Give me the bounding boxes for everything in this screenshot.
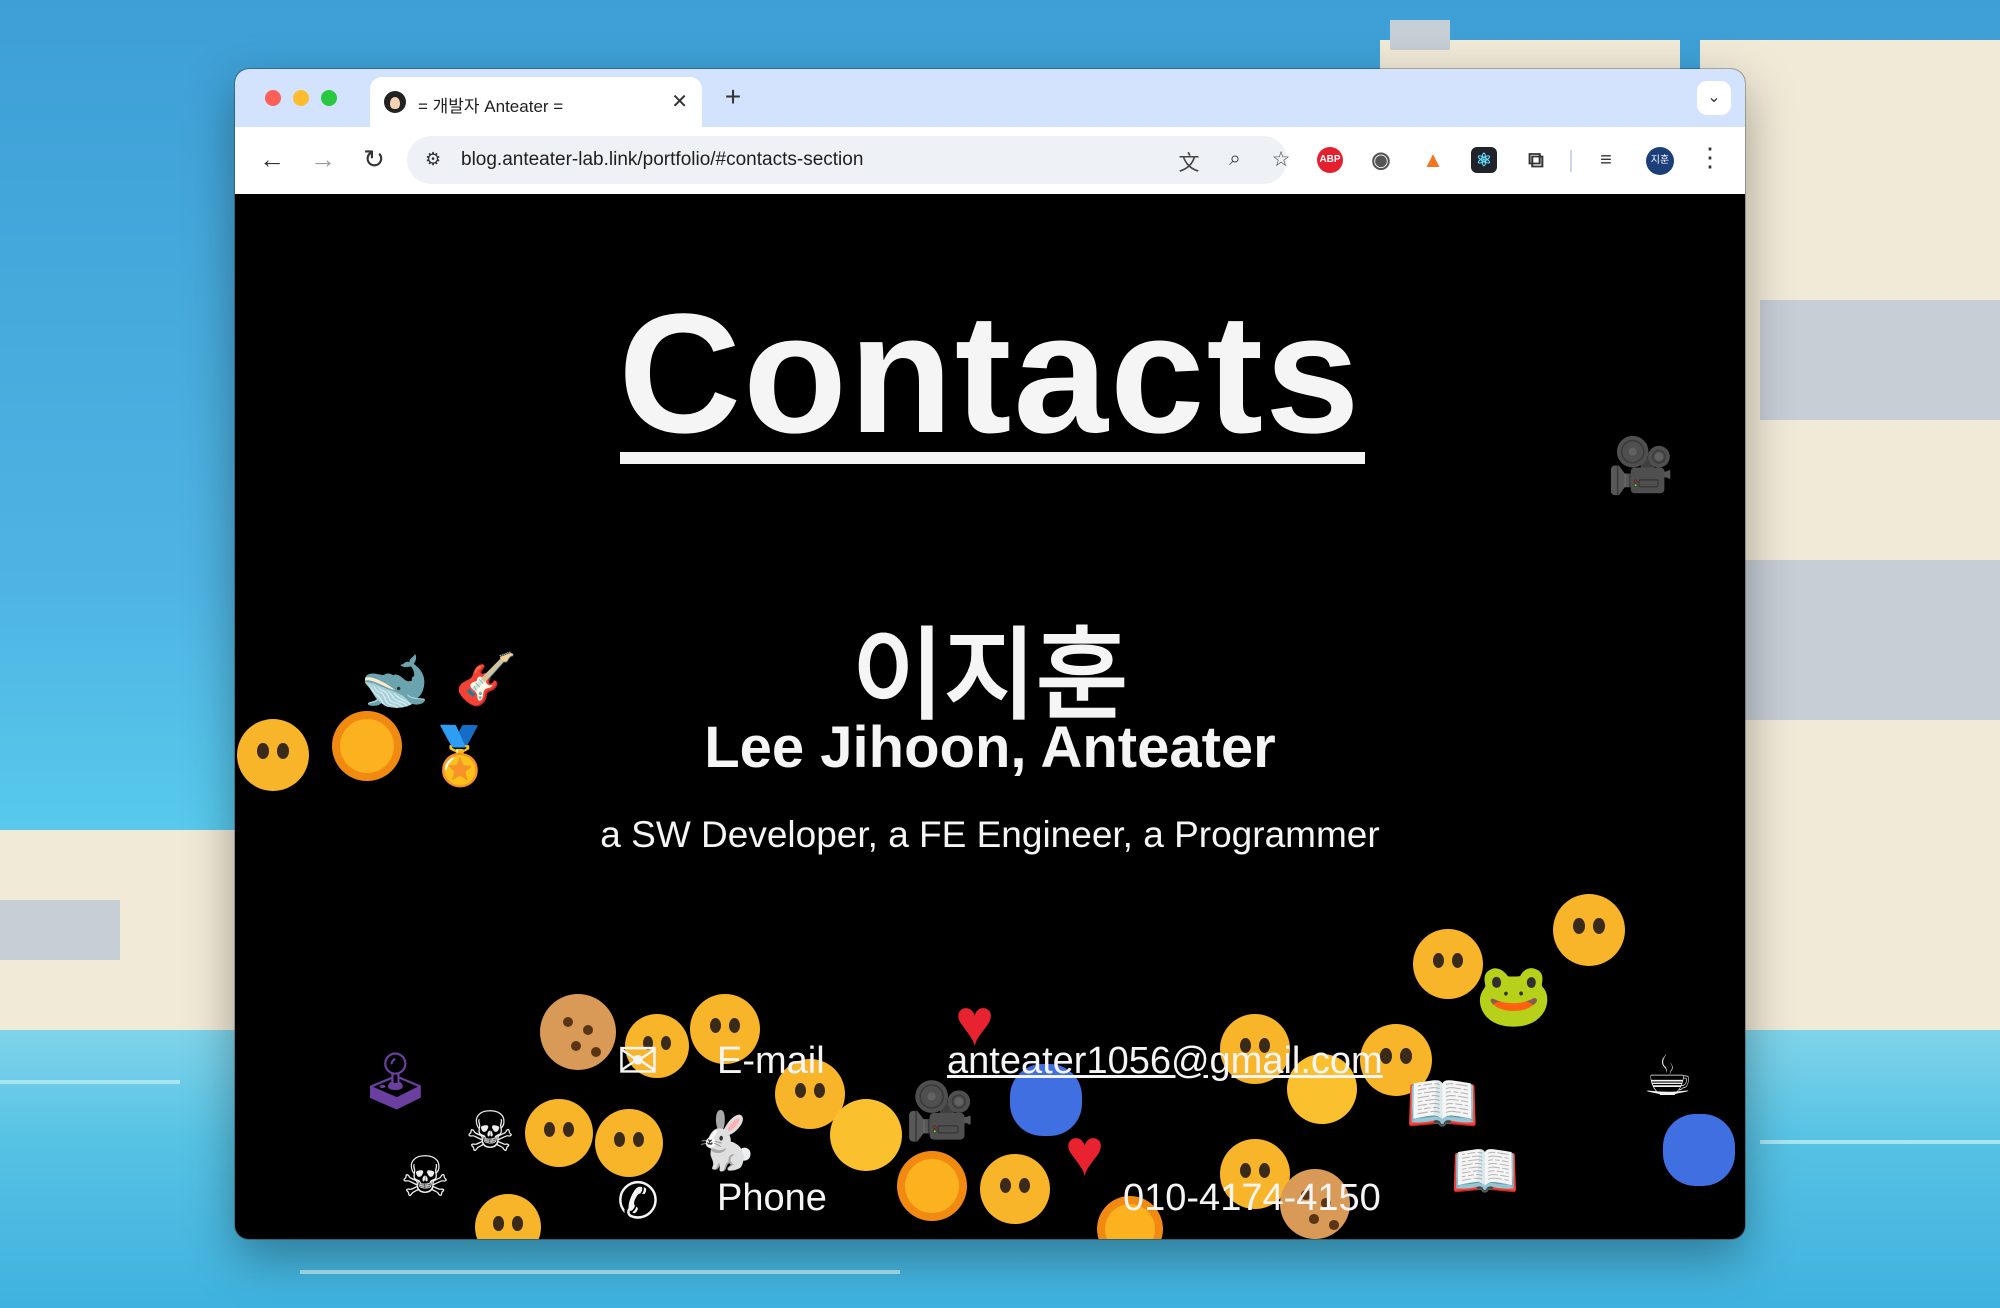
extensions-puzzle-icon[interactable]: ⧉ — [1523, 147, 1549, 173]
face-emoji — [525, 1099, 593, 1167]
cloud — [0, 900, 120, 960]
tab-search-button[interactable]: ⌄ — [1697, 81, 1731, 115]
url-text[interactable]: blog.anteater-lab.link/portfolio/#contac… — [461, 149, 863, 171]
tab-active[interactable]: = 개발자 Anteater = ✕ — [370, 77, 702, 127]
browser-window: = 개발자 Anteater = ✕ + ⌄ ← → ↻ ⚙ blog.ante… — [235, 69, 1745, 1239]
page-content: Contacts 이지훈 Lee Jihoon, Anteater a SW D… — [235, 194, 1745, 1239]
phone-label: Phone — [717, 1177, 827, 1219]
cookie-emoji — [540, 994, 616, 1070]
tagline: a SW Developer, a FE Engineer, a Program… — [600, 814, 1380, 855]
cloud — [1720, 560, 2000, 720]
translate-icon[interactable]: 文 — [1175, 147, 1203, 177]
address-bar[interactable]: ⚙ blog.anteater-lab.link/portfolio/#cont… — [407, 136, 1290, 184]
disguise-face-emoji — [980, 1154, 1050, 1224]
site-info-icon[interactable]: ⚙ — [425, 149, 441, 170]
toolbar-divider — [1570, 150, 1572, 172]
tab-title: = 개발자 Anteater = — [418, 97, 564, 116]
react-devtools-icon[interactable]: ⚛ — [1471, 147, 1497, 173]
moon-emoji — [830, 1099, 902, 1171]
face-emoji — [1413, 929, 1483, 999]
phone-icon: ✆ — [617, 1173, 659, 1229]
reload-icon[interactable]: ↻ — [357, 144, 391, 175]
sun-emoji — [905, 1159, 959, 1213]
frog-emoji: 🐸 — [1475, 958, 1553, 1031]
book-emoji: 📖 — [1450, 1139, 1520, 1204]
close-window-button[interactable] — [265, 90, 281, 106]
sea-line — [0, 1080, 180, 1084]
camera-extension-icon[interactable]: ◉ — [1368, 147, 1394, 173]
cloud — [1760, 300, 2000, 420]
heart-emoji: ♥ — [1065, 1115, 1105, 1189]
forward-arrow-icon[interactable]: → — [306, 144, 340, 175]
maximize-window-button[interactable] — [321, 90, 337, 106]
phone-number[interactable]: 010-4174-4150 — [1123, 1177, 1381, 1220]
back-arrow-icon[interactable]: ← — [255, 144, 289, 175]
coffee-emoji: ☕ — [1643, 1044, 1694, 1109]
face-emoji — [237, 719, 309, 791]
zoom-icon[interactable]: ⌕ — [1221, 147, 1249, 171]
sea-line — [300, 1270, 900, 1274]
projector-emoji: 🎥 — [1607, 434, 1675, 497]
face-emoji — [1553, 894, 1625, 966]
face-emoji — [475, 1194, 541, 1239]
whale-emoji: 🐋 — [360, 649, 430, 714]
sea-line — [1760, 1140, 2000, 1144]
minimize-window-button[interactable] — [293, 90, 309, 106]
face-emoji — [595, 1109, 663, 1177]
toolbar: ← → ↻ ⚙ blog.anteater-lab.link/portfolio… — [235, 127, 1745, 195]
medal-emoji: 🏅 — [425, 724, 495, 789]
cold-face-emoji — [1663, 1114, 1735, 1186]
joystick-emoji: 🕹 — [360, 1049, 432, 1114]
contacts-heading: Contacts — [618, 279, 1362, 469]
email-label: E-mail — [717, 1040, 825, 1082]
tab-strip: = 개발자 Anteater = ✕ + ⌄ — [235, 69, 1745, 127]
fox-extension-icon[interactable]: ▲ — [1420, 147, 1446, 173]
heading-underline — [620, 452, 1365, 464]
camera-emoji: 🎥 — [905, 1079, 975, 1144]
skull-emoji: ☠ — [400, 1145, 451, 1208]
more-menu-icon[interactable]: ⋮ — [1697, 144, 1723, 170]
skull-emoji: ☠ — [465, 1100, 516, 1163]
guitar-emoji: 🎸 — [455, 650, 518, 708]
profile-avatar[interactable]: 지훈 — [1646, 147, 1674, 175]
envelope-icon: ✉ — [617, 1033, 659, 1089]
book-emoji: 📖 — [1405, 1069, 1480, 1139]
sun-emoji — [340, 719, 394, 773]
bookmark-star-icon[interactable]: ☆ — [1267, 147, 1295, 172]
tab-close-icon[interactable]: ✕ — [671, 89, 688, 114]
email-link[interactable]: anteater1056@gmail.com — [947, 1040, 1383, 1083]
favicon-icon — [384, 91, 406, 113]
media-control-icon[interactable]: ≡ — [1593, 147, 1619, 173]
rabbit-emoji: 🐇 — [690, 1109, 760, 1174]
cloud — [1390, 20, 1450, 50]
adblock-extension-icon[interactable]: ABP — [1317, 147, 1343, 173]
cloud — [1700, 40, 2000, 1040]
new-tab-button[interactable]: + — [715, 79, 751, 115]
